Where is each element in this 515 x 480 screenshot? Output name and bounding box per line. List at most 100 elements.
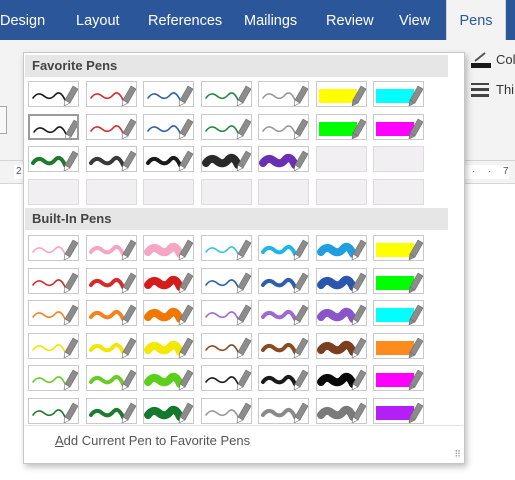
builtin-pen-cell[interactable] [315, 267, 367, 294]
favorite-pen-cell[interactable] [200, 113, 252, 140]
pen-icon [88, 337, 136, 358]
builtin-pen-cell[interactable] [28, 397, 79, 424]
pen-icon [144, 402, 193, 423]
pen-icon [261, 272, 308, 293]
builtin-pen-cell[interactable] [315, 397, 367, 424]
builtin-pen-cell[interactable] [200, 235, 252, 261]
favorite-pen-cell[interactable] [143, 81, 194, 107]
builtin-pen-cell[interactable] [315, 365, 367, 391]
builtin-pen-cell[interactable] [373, 332, 424, 359]
add-current-pen-to-favorites-link[interactable]: Add Current Pen to Favorite Pens [55, 433, 250, 448]
tab-design[interactable]: Design [0, 0, 45, 40]
favorite-pen-cell [28, 178, 79, 205]
builtin-pen-cell[interactable] [373, 365, 424, 391]
favorite-pen-cell[interactable] [200, 81, 252, 107]
builtin-pen-cell[interactable] [315, 300, 367, 326]
builtin-pen-cell[interactable] [85, 365, 137, 391]
highlighter-icon [376, 369, 423, 390]
favorite-pen-cell[interactable] [258, 113, 309, 140]
builtin-pen-cell[interactable] [85, 235, 137, 261]
favorite-pen-cell[interactable] [85, 113, 137, 140]
pen-icon [88, 402, 136, 423]
pen-icon [32, 272, 78, 293]
builtin-pen-cell[interactable] [258, 267, 309, 294]
favorite-pen-cell[interactable] [28, 81, 79, 107]
pen-icon [32, 85, 78, 106]
ribbon-left-fragment [0, 106, 7, 134]
builtin-pen-cell[interactable] [373, 397, 424, 424]
builtin-pen-cell[interactable] [85, 332, 137, 359]
builtin-pen-cell[interactable] [143, 235, 194, 261]
tab-mailings[interactable]: Mailings [244, 0, 297, 40]
builtin-pen-cell[interactable] [258, 332, 309, 359]
builtin-pen-cell[interactable] [85, 300, 137, 326]
pen-icon [88, 150, 136, 171]
builtin-pen-cell[interactable] [373, 300, 424, 326]
pen-icon [88, 369, 136, 390]
pen-icon [144, 304, 193, 325]
pen-icon [88, 304, 136, 325]
favorite-pen-cell[interactable] [85, 81, 137, 107]
pen-icon [316, 304, 366, 325]
favorite-pen-cell[interactable] [315, 81, 367, 107]
favorite-pen-cell[interactable] [28, 146, 79, 172]
tab-pens[interactable]: Pens [446, 0, 506, 40]
builtin-pen-cell[interactable] [200, 267, 252, 294]
favorite-pen-cell [315, 178, 367, 205]
favorite-pen-cell[interactable] [315, 113, 367, 140]
builtin-pen-cell[interactable] [315, 332, 367, 359]
builtin-pen-cell[interactable] [200, 332, 252, 359]
builtin-pen-cell[interactable] [28, 332, 79, 359]
builtin-pen-cell[interactable] [258, 397, 309, 424]
pen-icon [32, 304, 78, 325]
builtin-pen-cell[interactable] [28, 365, 79, 391]
pen-icon [204, 118, 251, 139]
resize-grip-icon[interactable]: ⠿ [454, 449, 461, 460]
favorite-pen-cell[interactable] [373, 113, 424, 140]
builtin-pen-cell[interactable] [373, 267, 424, 294]
builtin-pen-cell[interactable] [143, 397, 194, 424]
favorite-pen-cell[interactable] [373, 81, 424, 107]
favorite-pen-cell[interactable] [85, 146, 137, 172]
highlighter-icon [318, 118, 366, 139]
builtin-pen-cell[interactable] [258, 300, 309, 326]
builtin-pen-cell[interactable] [28, 267, 79, 294]
builtin-pen-cell[interactable] [143, 365, 194, 391]
builtin-pen-cell[interactable] [28, 300, 79, 326]
builtin-pen-cell[interactable] [373, 235, 424, 261]
pen-icon [31, 150, 78, 171]
add-link-label: dd Current Pen to Favorite Pens [63, 433, 251, 448]
pen-icon [144, 337, 193, 358]
favorite-pen-cell[interactable] [143, 146, 194, 172]
tab-references[interactable]: References [148, 0, 222, 40]
builtin-pen-cell[interactable] [143, 332, 194, 359]
pen-icon [261, 402, 308, 423]
tab-layout[interactable]: Layout [76, 0, 120, 40]
pen-icon [88, 272, 136, 293]
builtin-pen-cell[interactable] [258, 235, 309, 261]
favorite-pen-cell [373, 146, 424, 172]
builtin-pen-cell[interactable] [200, 300, 252, 326]
highlighter-icon [376, 239, 423, 260]
favorite-pen-cell [143, 178, 194, 205]
builtin-pen-cell[interactable] [200, 365, 252, 391]
builtin-pen-cell[interactable] [315, 235, 367, 261]
favorite-pen-cell[interactable] [200, 146, 252, 172]
builtin-pen-cell[interactable] [143, 267, 194, 294]
builtin-pen-cell[interactable] [85, 267, 137, 294]
favorite-pen-cell[interactable] [143, 113, 194, 140]
builtin-pen-cell[interactable] [85, 397, 137, 424]
tab-view[interactable]: View [399, 0, 430, 40]
builtin-pen-cell[interactable] [143, 300, 194, 326]
builtin-pen-cell[interactable] [258, 365, 309, 391]
favorite-pen-cell[interactable] [28, 113, 79, 140]
pen-icon [262, 85, 308, 106]
ribbon-tab-bar: Design Layout References Mailings Review… [0, 0, 515, 40]
favorite-pen-cell[interactable] [258, 81, 309, 107]
tab-review[interactable]: Review [326, 0, 374, 40]
builtin-pen-cell[interactable] [200, 397, 252, 424]
favorite-pen-cell[interactable] [258, 146, 309, 172]
pen-icon [32, 402, 78, 423]
builtin-pen-cell[interactable] [28, 235, 79, 261]
pen-icon [88, 239, 136, 260]
